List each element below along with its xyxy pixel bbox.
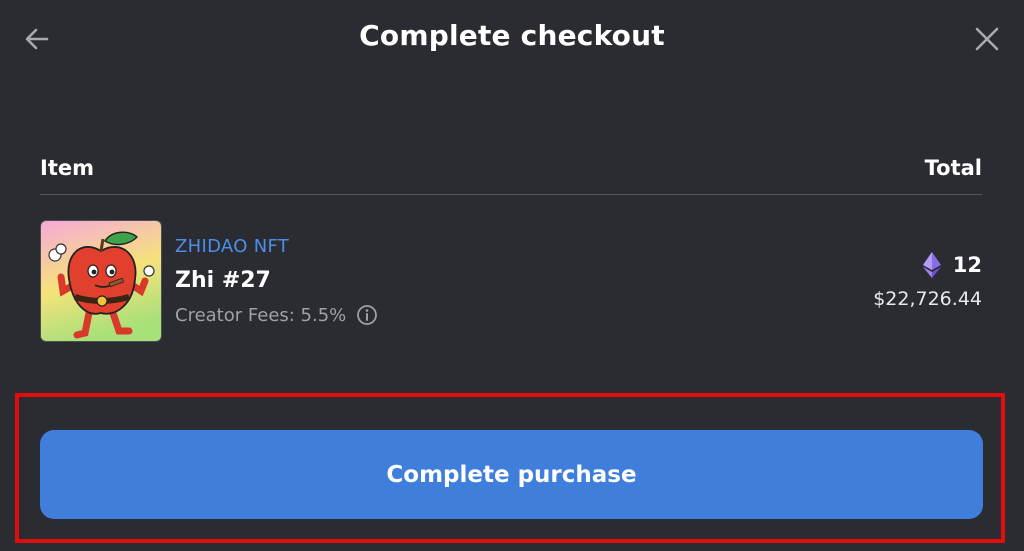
ethereum-icon [922, 252, 941, 278]
table-header: Item Total [40, 152, 982, 195]
nft-thumbnail [40, 220, 162, 342]
complete-purchase-button[interactable]: Complete purchase [40, 430, 983, 519]
page-title: Complete checkout [359, 19, 665, 52]
creator-fees: Creator Fees: 5.5% [175, 304, 378, 326]
apple-character-image [41, 221, 161, 341]
close-icon [975, 27, 999, 51]
column-header-item: Item [40, 156, 94, 180]
collection-link[interactable]: ZHIDAO NFT [175, 236, 289, 257]
checkout-modal: Complete checkout Item Total ZHIDAO NFT … [0, 0, 1024, 551]
column-header-total: Total [924, 156, 982, 180]
price-eth: 12 [922, 252, 982, 278]
info-icon[interactable] [356, 304, 378, 326]
checkout-item-row: ZHIDAO NFT Zhi #27 Creator Fees: 5.5% 12… [40, 220, 982, 346]
creator-fees-label: Creator Fees: 5.5% [175, 304, 347, 326]
modal-header: Complete checkout [0, 0, 1024, 80]
item-name: Zhi #27 [175, 268, 271, 293]
price-usd: $22,726.44 [873, 288, 982, 310]
close-button[interactable] [974, 26, 1000, 52]
price-eth-value: 12 [952, 253, 982, 277]
